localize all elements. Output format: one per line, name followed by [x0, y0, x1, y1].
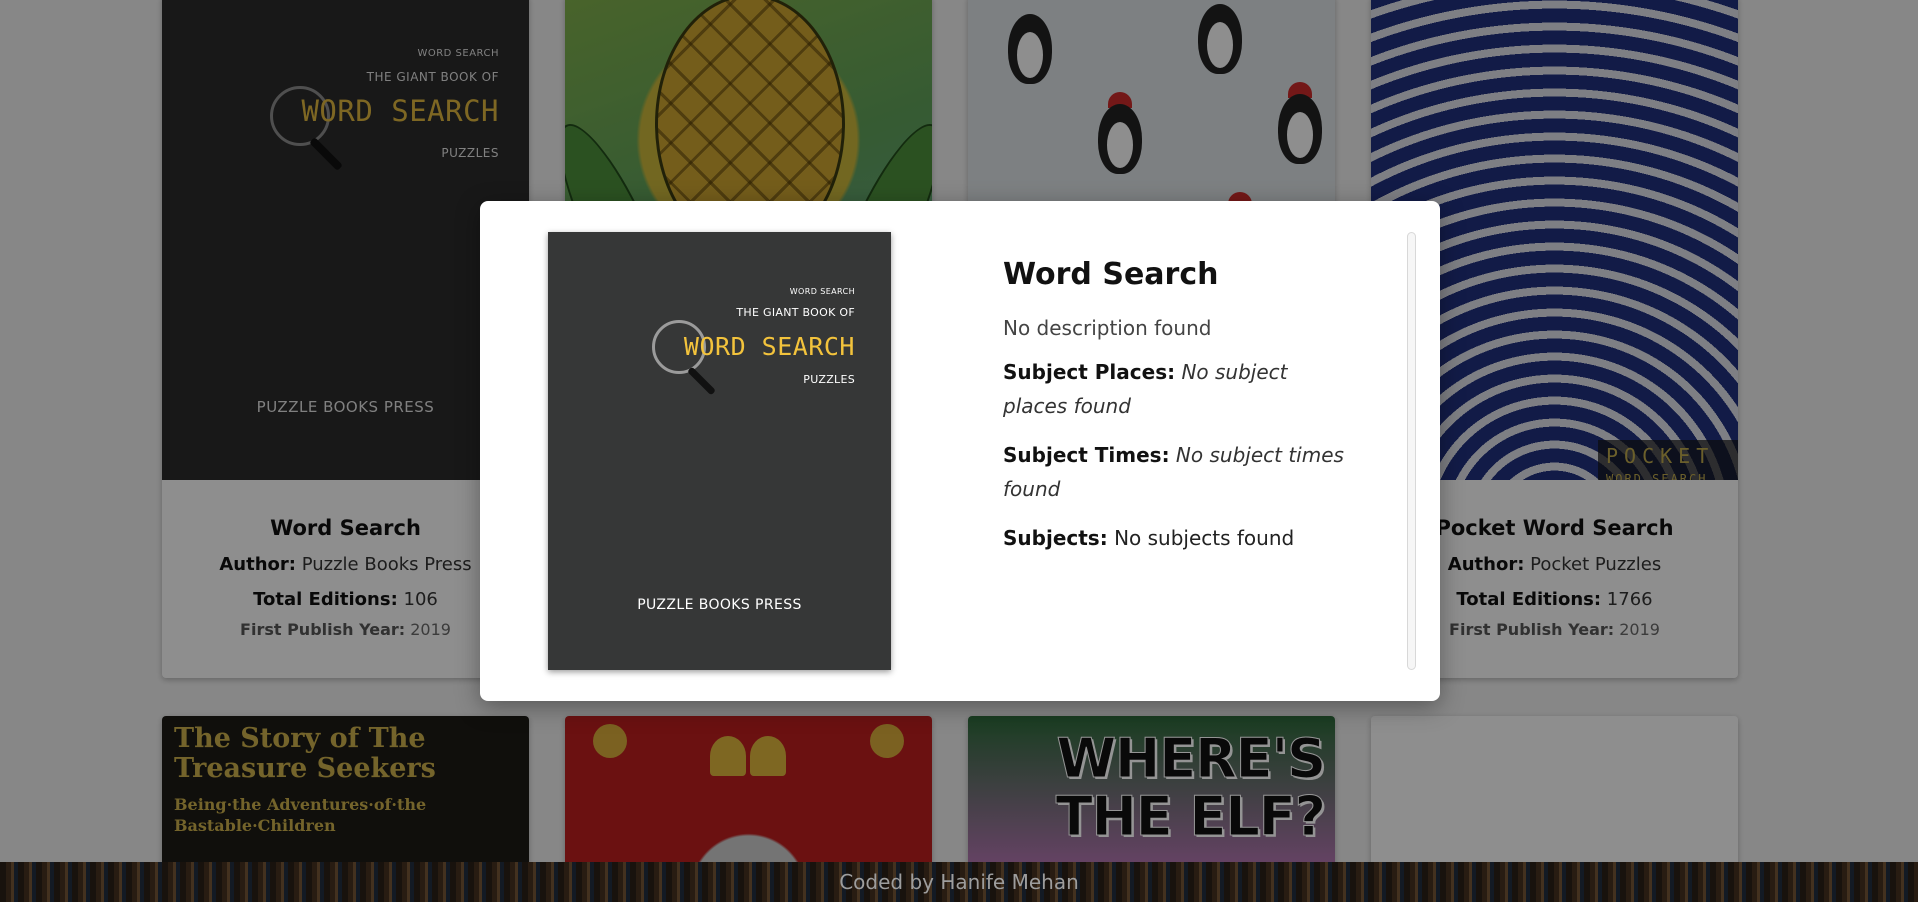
modal-title: Word Search	[1003, 257, 1219, 292]
modal-cover-image: WORD SEARCH THE GIANT BOOK OF WORD SEARC…	[548, 232, 891, 670]
subjects-label: Subjects:	[1003, 526, 1108, 550]
subject-times: Subject Times: No subject times found	[1003, 438, 1358, 506]
subject-places: Subject Places: No subject places found	[1003, 355, 1358, 423]
subjects: Subjects: No subjects found	[1003, 521, 1358, 555]
modal-info: Word Search No description found Subject…	[1003, 257, 1358, 555]
cover-top-line: WORD SEARCH	[789, 287, 855, 296]
book-detail-modal: WORD SEARCH THE GIANT BOOK OF WORD SEARC…	[480, 201, 1440, 701]
cover-sub-line: THE GIANT BOOK OF	[736, 306, 855, 319]
footer: Coded by Hanife Mehan	[0, 862, 1918, 902]
cover-big-line: WORD SEARCH	[683, 332, 855, 361]
subject-times-label: Subject Times:	[1003, 443, 1170, 467]
modal-description: No description found	[1003, 316, 1212, 340]
subject-places-label: Subject Places:	[1003, 360, 1176, 384]
cover-publisher: PUZZLE BOOKS PRESS	[637, 597, 802, 613]
cover-tag: PUZZLES	[803, 373, 855, 386]
modal-scrollbar[interactable]	[1407, 232, 1416, 670]
footer-credit: Coded by Hanife Mehan	[839, 870, 1079, 894]
subjects-value: No subjects found	[1114, 526, 1295, 550]
magnifier-handle	[687, 366, 716, 396]
